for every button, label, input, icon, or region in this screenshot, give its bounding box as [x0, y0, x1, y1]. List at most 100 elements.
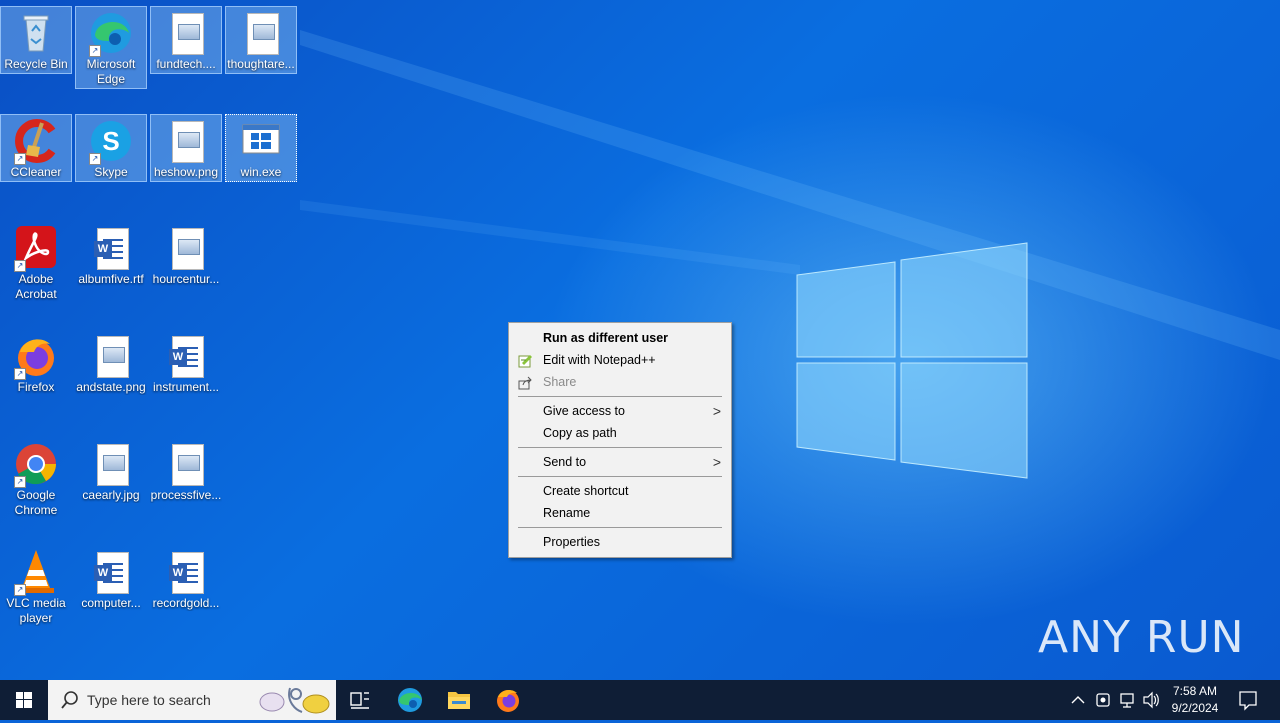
- taskbar-search-box[interactable]: Type here to search: [48, 680, 336, 720]
- ccleaner-icon: ↗: [12, 117, 60, 165]
- search-icon: [61, 691, 78, 709]
- menu-item-label: Create shortcut: [543, 484, 629, 498]
- image-file-icon: [162, 224, 210, 272]
- word-document-icon: W: [87, 548, 135, 596]
- desktop-icon-ccleaner[interactable]: ↗ CCleaner: [0, 114, 72, 182]
- shortcut-arrow-icon: ↗: [14, 584, 26, 596]
- task-view-icon: [350, 692, 369, 709]
- taskbar-firefox-button[interactable]: [484, 680, 532, 720]
- firefox-icon: ↗: [12, 332, 60, 380]
- shortcut-arrow-icon: ↗: [89, 153, 101, 165]
- network-icon: [1120, 693, 1134, 708]
- shortcut-arrow-icon: ↗: [14, 368, 26, 380]
- menu-item-copy-as-path[interactable]: Copy as path: [509, 422, 731, 444]
- desktop-icon-caearly[interactable]: caearly.jpg: [75, 438, 147, 506]
- icon-label: Adobe Acrobat: [15, 272, 57, 301]
- icon-label: albumfive.rtf: [78, 272, 144, 286]
- edge-icon: ↗: [87, 9, 135, 57]
- recycle-bin-icon: [12, 9, 60, 57]
- folder-icon: [448, 692, 470, 709]
- start-button[interactable]: [0, 680, 48, 720]
- menu-separator: [518, 396, 722, 397]
- shortcut-arrow-icon: ↗: [89, 45, 101, 57]
- desktop-icon-instrument[interactable]: W instrument...: [150, 330, 222, 398]
- icon-label: hourcentur...: [152, 272, 220, 286]
- menu-item-share[interactable]: Share: [509, 371, 731, 393]
- taskbar-file-explorer-button[interactable]: [435, 680, 483, 720]
- icon-label: win.exe: [240, 165, 282, 179]
- icon-label: computer...: [81, 596, 141, 610]
- chevron-right-icon: >: [712, 454, 721, 470]
- desktop-icon-google-chrome[interactable]: ↗ Google Chrome: [0, 438, 72, 522]
- icon-label: Microsoft Edge: [86, 57, 136, 86]
- taskbar-edge-button[interactable]: [386, 680, 434, 720]
- desktop-icon-recycle-bin[interactable]: Recycle Bin: [0, 6, 72, 74]
- desktop-icon-thoughtare[interactable]: thoughtare...: [225, 6, 297, 74]
- desktop-icon-processfive[interactable]: processfive...: [150, 438, 222, 506]
- icon-label: Recycle Bin: [4, 57, 68, 71]
- icon-label: Google Chrome: [14, 488, 58, 517]
- volume-button[interactable]: [1140, 680, 1162, 720]
- image-file-icon: [162, 117, 210, 165]
- desktop-icon-heshow[interactable]: heshow.png: [150, 114, 222, 182]
- icon-label: CCleaner: [10, 165, 62, 179]
- adobe-acrobat-icon: ↗: [12, 224, 60, 272]
- desktop-icon-vlc[interactable]: ↗ VLC media player: [0, 546, 72, 630]
- chevron-up-icon: [1071, 696, 1085, 704]
- word-document-icon: W: [162, 332, 210, 380]
- menu-item-create-shortcut[interactable]: Create shortcut: [509, 480, 731, 502]
- chrome-icon: ↗: [12, 440, 60, 488]
- shortcut-arrow-icon: ↗: [14, 153, 26, 165]
- menu-item-label: Share: [543, 375, 577, 389]
- desktop-icon-hourcentur[interactable]: hourcentur...: [150, 222, 222, 290]
- desktop-icon-microsoft-edge[interactable]: ↗ Microsoft Edge: [75, 6, 147, 89]
- desktop-icon-computer[interactable]: W computer...: [75, 546, 147, 614]
- icon-label: Firefox: [17, 380, 55, 394]
- clock-time: 7:58 AM: [1172, 684, 1218, 698]
- menu-item-label: Run as different user: [543, 331, 669, 345]
- icon-label: thoughtare...: [227, 57, 295, 71]
- menu-item-rename[interactable]: Rename: [509, 502, 731, 524]
- icon-label: caearly.jpg: [82, 488, 140, 502]
- image-file-icon: [87, 332, 135, 380]
- menu-separator: [518, 527, 722, 528]
- desktop-icon-fundtech[interactable]: fundtech....: [150, 6, 222, 74]
- menu-item-label: Send to: [543, 455, 587, 469]
- image-file-icon: [162, 9, 210, 57]
- menu-item-send-to[interactable]: Send to >: [509, 451, 731, 473]
- menu-item-edit-with-notepad[interactable]: Edit with Notepad++: [509, 349, 731, 371]
- desktop-icon-adobe-acrobat[interactable]: ↗ Adobe Acrobat: [0, 222, 72, 306]
- menu-item-give-access-to[interactable]: Give access to >: [509, 400, 731, 422]
- taskbar-clock[interactable]: 7:58 AM 9/2/2024: [1160, 683, 1230, 717]
- menu-item-label: Rename: [543, 506, 591, 520]
- desktop-icon-win-exe[interactable]: win.exe: [225, 114, 297, 182]
- search-placeholder: Type here to search: [87, 692, 211, 708]
- menu-item-label: Edit with Notepad++: [543, 353, 656, 367]
- tray-app-button[interactable]: [1092, 680, 1114, 720]
- firefox-icon: [497, 689, 519, 712]
- show-hidden-icons-button[interactable]: [1068, 680, 1088, 720]
- menu-separator: [518, 476, 722, 477]
- icon-label: processfive...: [150, 488, 222, 502]
- icon-label: fundtech....: [156, 57, 216, 71]
- task-view-button[interactable]: [336, 680, 384, 720]
- menu-item-run-as-different-user[interactable]: Run as different user: [509, 327, 731, 349]
- shortcut-arrow-icon: ↗: [14, 476, 26, 488]
- shortcut-arrow-icon: ↗: [14, 260, 26, 272]
- network-button[interactable]: [1116, 680, 1138, 720]
- edge-icon: [398, 688, 422, 712]
- action-center-button[interactable]: [1234, 680, 1262, 720]
- icon-label: Skype: [94, 165, 128, 179]
- vlc-icon: ↗: [12, 548, 60, 596]
- desktop-icon-firefox[interactable]: ↗ Firefox: [0, 330, 72, 398]
- desktop-icon-recordgold[interactable]: W recordgold...: [150, 546, 222, 614]
- desktop-icon-albumfive[interactable]: W albumfive.rtf: [75, 222, 147, 290]
- icon-label: heshow.png: [153, 165, 219, 179]
- icon-label: VLC media player: [6, 596, 66, 625]
- desktop-icon-andstate[interactable]: andstate.png: [75, 330, 147, 398]
- image-file-icon: [162, 440, 210, 488]
- menu-item-properties[interactable]: Properties: [509, 531, 731, 553]
- desktop-icon-skype[interactable]: S ↗ Skype: [75, 114, 147, 182]
- clock-date: 9/2/2024: [1171, 701, 1219, 715]
- menu-item-label: Properties: [543, 535, 600, 549]
